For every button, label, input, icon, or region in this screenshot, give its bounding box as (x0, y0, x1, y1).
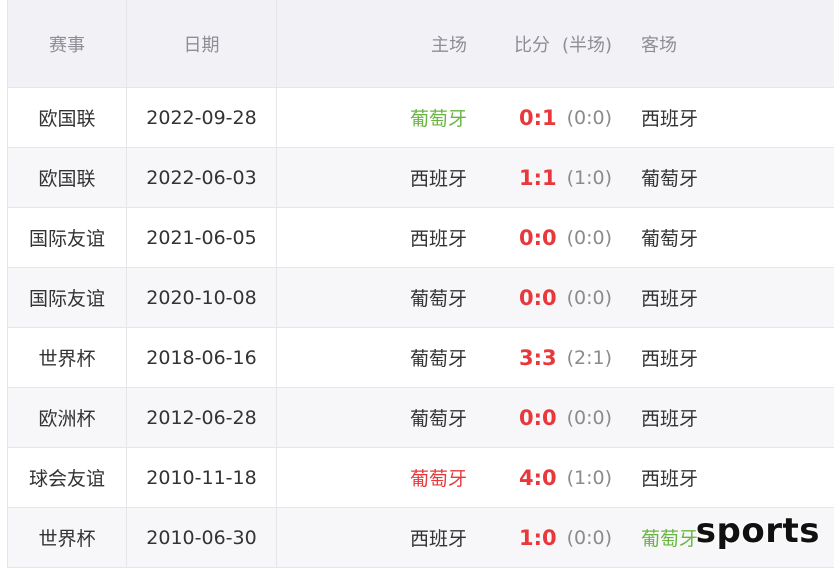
halftime-score: (0:0) (566, 526, 613, 549)
away-team-link[interactable]: 西班牙 (637, 88, 834, 147)
halftime-score: (1:0) (566, 166, 613, 189)
header-score: 比分 (半场) (467, 0, 637, 87)
header-score-label: 比分 (514, 34, 550, 56)
date-cell: 2012-06-28 (127, 388, 277, 447)
away-team-link[interactable]: 葡萄牙 (637, 208, 834, 267)
score-cell: 4:0 (1:0) (467, 448, 637, 507)
competition-cell: 世界杯 (7, 508, 127, 567)
date-cell: 2010-06-30 (127, 508, 277, 567)
home-team-link[interactable]: 西班牙 (277, 148, 467, 207)
home-team-link[interactable]: 葡萄牙 (277, 328, 467, 387)
final-score: 1:0 (519, 525, 557, 550)
table-row[interactable]: 欧国联 2022-06-03 西班牙 1:1 (1:0) 葡萄牙 (7, 148, 834, 208)
competition-cell: 欧洲杯 (7, 388, 127, 447)
header-home: 主场 (431, 34, 467, 56)
final-score: 0:0 (519, 225, 557, 250)
final-score: 3:3 (519, 345, 557, 370)
table-row[interactable]: 球会友谊 2010-11-18 葡萄牙 4:0 (1:0) 西班牙 (7, 448, 834, 508)
final-score: 4:0 (519, 465, 557, 490)
date-cell: 2020-10-08 (127, 268, 277, 327)
sports-watermark: sports (695, 511, 820, 551)
away-team-link[interactable]: 西班牙 (637, 388, 834, 447)
score-cell: 0:1 (0:0) (467, 88, 637, 147)
header-halftime-label: (半场) (562, 34, 613, 56)
final-score: 0:0 (519, 285, 557, 310)
date-cell: 2022-06-03 (127, 148, 277, 207)
halftime-score: (0:0) (566, 286, 613, 309)
halftime-score: (0:0) (566, 106, 613, 129)
competition-cell: 欧国联 (7, 148, 127, 207)
score-cell: 0:0 (0:0) (467, 388, 637, 447)
away-team-link[interactable]: 西班牙 (637, 328, 834, 387)
date-cell: 2021-06-05 (127, 208, 277, 267)
table-row[interactable]: 世界杯 2018-06-16 葡萄牙 3:3 (2:1) 西班牙 (7, 328, 834, 388)
competition-cell: 世界杯 (7, 328, 127, 387)
halftime-score: (0:0) (566, 406, 613, 429)
competition-cell: 国际友谊 (7, 268, 127, 327)
home-team-link[interactable]: 葡萄牙 (277, 268, 467, 327)
home-team-link[interactable]: 葡萄牙 (277, 388, 467, 447)
halftime-score: (0:0) (566, 226, 613, 249)
competition-cell: 欧国联 (7, 88, 127, 147)
score-cell: 0:0 (0:0) (467, 268, 637, 327)
halftime-score: (2:1) (566, 346, 613, 369)
home-team-link[interactable]: 葡萄牙 (277, 88, 467, 147)
away-team-link[interactable]: 西班牙 (637, 268, 834, 327)
date-cell: 2018-06-16 (127, 328, 277, 387)
away-team-link[interactable]: 西班牙 (637, 448, 834, 507)
home-team-link[interactable]: 西班牙 (277, 508, 467, 567)
final-score: 1:1 (519, 165, 557, 190)
away-team-link[interactable]: 葡萄牙 (637, 148, 834, 207)
date-cell: 2010-11-18 (127, 448, 277, 507)
header-competition: 赛事 (7, 0, 127, 87)
score-cell: 3:3 (2:1) (467, 328, 637, 387)
final-score: 0:1 (519, 105, 557, 130)
table-header: 赛事 日期 主场 比分 (半场) 客场 (7, 0, 834, 88)
competition-cell: 国际友谊 (7, 208, 127, 267)
halftime-score: (1:0) (566, 466, 613, 489)
table-row[interactable]: 国际友谊 2020-10-08 葡萄牙 0:0 (0:0) 西班牙 (7, 268, 834, 328)
home-team-link[interactable]: 西班牙 (277, 208, 467, 267)
header-date: 日期 (127, 0, 277, 87)
table-row[interactable]: 欧洲杯 2012-06-28 葡萄牙 0:0 (0:0) 西班牙 (7, 388, 834, 448)
score-cell: 1:0 (0:0) (467, 508, 637, 567)
home-team-link[interactable]: 葡萄牙 (277, 448, 467, 507)
final-score: 0:0 (519, 405, 557, 430)
header-away: 客场 (641, 34, 677, 56)
head-to-head-table: 赛事 日期 主场 比分 (半场) 客场 欧国联 2022-09-28 葡萄牙 0… (7, 0, 834, 568)
score-cell: 0:0 (0:0) (467, 208, 637, 267)
date-cell: 2022-09-28 (127, 88, 277, 147)
competition-cell: 球会友谊 (7, 448, 127, 507)
table-row[interactable]: 欧国联 2022-09-28 葡萄牙 0:1 (0:0) 西班牙 (7, 88, 834, 148)
score-cell: 1:1 (1:0) (467, 148, 637, 207)
table-row[interactable]: 国际友谊 2021-06-05 西班牙 0:0 (0:0) 葡萄牙 (7, 208, 834, 268)
